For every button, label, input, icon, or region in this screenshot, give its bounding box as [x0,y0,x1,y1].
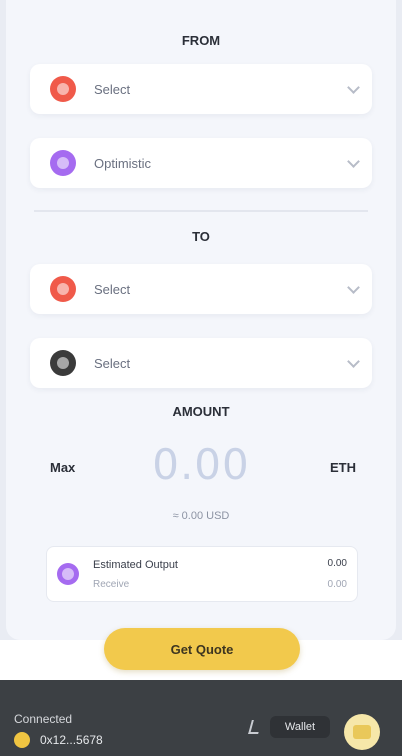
chevron-down-icon [347,154,360,168]
avatar[interactable] [344,714,380,750]
chevron-down-icon [347,280,360,294]
token-icon [57,563,79,585]
to-network-select[interactable]: Select [30,264,372,314]
network-icon [50,276,76,302]
coin-icon [14,732,30,748]
quote-value-sub: 0.00 [327,579,347,590]
wallet-label: Wallet [270,716,330,738]
from-network-label: Select [94,81,131,97]
network-icon [50,76,76,102]
token-icon [50,150,76,176]
to-network-label: Select [94,281,131,297]
divider [34,210,368,212]
get-quote-button[interactable]: Get Quote [104,628,300,670]
quote-name: Estimated Output [93,558,178,571]
amount-title: AMOUNT [172,404,230,419]
chevron-down-icon [347,354,360,368]
wallet-icon [248,720,262,734]
from-title: FROM [181,33,221,48]
token-icon [50,350,76,376]
footer-title: Connected [14,712,73,726]
wallet-button[interactable]: Wallet [248,716,330,738]
quote-sub: Receive [93,578,130,590]
amount-usd-value: ≈ 0.00 USD [172,510,230,522]
from-token-label: Optimistic [94,155,152,171]
chevron-down-icon [347,80,360,94]
to-title: TO [192,229,210,244]
from-token-select[interactable]: Optimistic [30,138,372,188]
footer-account[interactable]: 0x12...5678 [14,732,103,748]
from-network-select[interactable]: Select [30,64,372,114]
quote-box: Estimated Output Receive 0.00 0.00 [46,546,358,602]
footer-bar: Connected 0x12...5678 Wallet [0,680,402,756]
to-token-label: Select [94,355,131,371]
footer-address: 0x12...5678 [40,733,103,747]
to-token-select[interactable]: Select [30,338,372,388]
quote-value: 0.00 [327,558,347,569]
amount-unit: ETH [330,460,356,475]
chat-icon [353,725,371,739]
